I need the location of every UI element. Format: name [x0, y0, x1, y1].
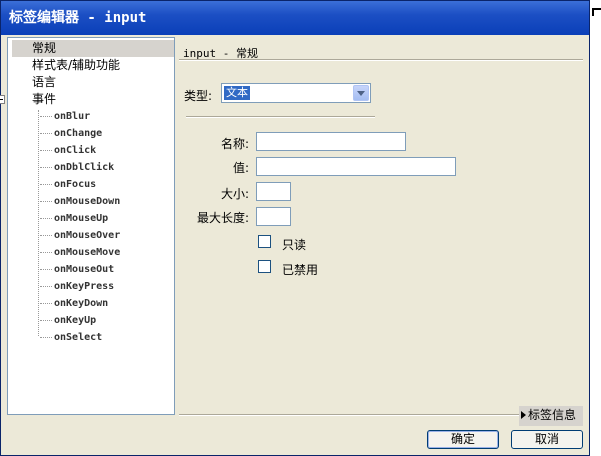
- event-item-onchange[interactable]: onChange: [40, 125, 102, 142]
- type-select[interactable]: 文本: [221, 83, 371, 103]
- type-select-value: 文本: [224, 86, 250, 100]
- tree-item-events-label: 事件: [32, 92, 57, 106]
- event-label: onFocus: [54, 179, 97, 190]
- event-label: onKeyDown: [54, 298, 109, 309]
- event-item-onkeyup[interactable]: onKeyUp: [40, 312, 96, 329]
- event-label: onKeyPress: [54, 281, 115, 292]
- window-edge-mark: [592, 8, 601, 16]
- disabled-checkbox[interactable]: [258, 260, 271, 273]
- maxlength-label: 最大长度:: [196, 211, 249, 225]
- event-item-onkeypress[interactable]: onKeyPress: [40, 278, 114, 295]
- tag-info-toggle[interactable]: 标签信息: [519, 406, 583, 426]
- section-divider: [186, 116, 375, 118]
- event-label: onMouseDown: [54, 196, 121, 207]
- event-label: onSelect: [54, 332, 103, 343]
- event-item-onmousemove[interactable]: onMouseMove: [40, 244, 120, 261]
- name-label: 名称:: [220, 137, 249, 151]
- value-field[interactable]: [256, 157, 456, 176]
- event-item-onmousedown[interactable]: onMouseDown: [40, 193, 120, 210]
- title-divider: [179, 59, 583, 61]
- event-item-onfocus[interactable]: onFocus: [40, 176, 96, 193]
- event-item-onblur[interactable]: onBlur: [40, 108, 90, 125]
- tree-connector-line: [38, 110, 39, 336]
- event-item-onmouseout[interactable]: onMouseOut: [40, 261, 114, 278]
- size-field[interactable]: [256, 182, 291, 201]
- name-field[interactable]: [256, 132, 406, 151]
- disabled-label: 已禁用: [282, 263, 319, 277]
- event-label: onMouseOut: [54, 264, 115, 275]
- window-title: 标签编辑器 - input: [1, 1, 589, 35]
- maxlength-field[interactable]: [256, 207, 291, 226]
- cancel-button[interactable]: 取消: [511, 430, 583, 449]
- tree-item-language[interactable]: 语言: [12, 74, 174, 91]
- event-item-onclick[interactable]: onClick: [40, 142, 96, 159]
- event-item-onselect[interactable]: onSelect: [40, 329, 102, 346]
- event-label: onBlur: [54, 111, 91, 122]
- type-label: 类型:: [184, 89, 213, 103]
- event-item-onmouseup[interactable]: onMouseUp: [40, 210, 108, 227]
- event-label: onDblClick: [54, 162, 115, 173]
- ok-button[interactable]: 确定: [427, 430, 499, 449]
- tag-info-label: 标签信息: [528, 408, 577, 422]
- event-item-onkeydown[interactable]: onKeyDown: [40, 295, 108, 312]
- readonly-label: 只读: [282, 238, 307, 252]
- category-tree[interactable]: 常规 样式表/辅助功能 语言 事件 onBlur onChange onClic…: [0, 37, 175, 415]
- size-label: 大小:: [220, 187, 249, 201]
- event-label: onMouseUp: [54, 213, 109, 224]
- tag-editor-window: 标签编辑器 - input 常规 样式表/辅助功能 语言 事件 onBlur o…: [0, 0, 590, 456]
- tree-item-events[interactable]: 事件: [0, 91, 174, 108]
- tree-item-css-accessibility[interactable]: 样式表/辅助功能: [12, 57, 174, 74]
- event-label: onChange: [54, 128, 103, 139]
- value-label: 值:: [232, 161, 249, 175]
- event-item-onmouseover[interactable]: onMouseOver: [40, 227, 120, 244]
- triangle-right-icon: [521, 411, 526, 419]
- event-item-ondblclick[interactable]: onDblClick: [40, 159, 114, 176]
- chevron-down-icon[interactable]: [353, 85, 369, 101]
- event-label: onClick: [54, 145, 97, 156]
- tree-item-general[interactable]: 常规: [12, 40, 174, 57]
- readonly-checkbox[interactable]: [258, 235, 271, 248]
- event-label: onKeyUp: [54, 315, 97, 326]
- event-label: onMouseMove: [54, 247, 121, 258]
- collapse-toggle-icon[interactable]: [0, 95, 5, 104]
- event-label: onMouseOver: [54, 230, 121, 241]
